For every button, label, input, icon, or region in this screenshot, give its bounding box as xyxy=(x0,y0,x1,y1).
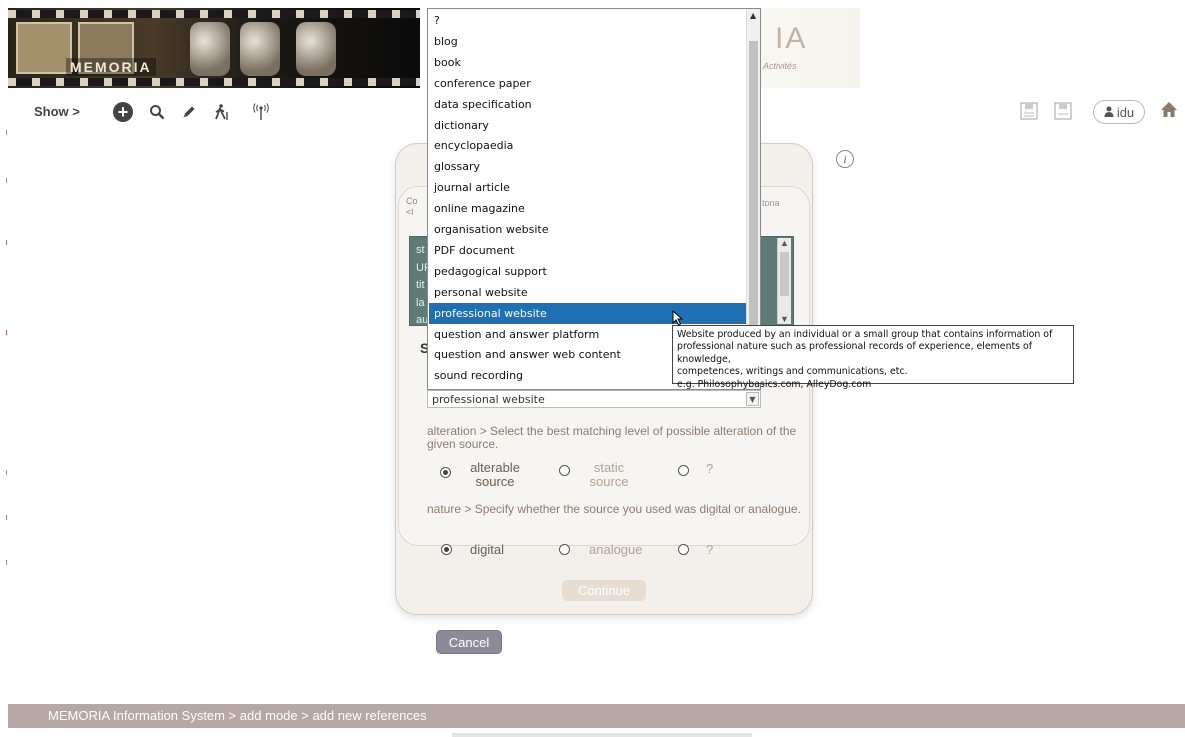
option-tooltip: Website produced by an individual or a s… xyxy=(672,325,1074,390)
dropdown-option[interactable]: encyclopaedia xyxy=(429,135,747,156)
dialog-crumb-right: tona xyxy=(762,198,780,208)
dropdown-option[interactable]: professional website xyxy=(429,302,747,324)
add-icon[interactable]: + xyxy=(110,99,136,125)
pencil-icon[interactable] xyxy=(176,99,202,125)
radio-alteration-unknown[interactable] xyxy=(678,465,689,476)
option-alteration-unknown[interactable]: ? xyxy=(706,462,713,476)
dropdown-option[interactable]: glossary xyxy=(429,156,747,177)
option-nature-unknown[interactable]: ? xyxy=(706,543,713,557)
dropdown-option[interactable]: online magazine xyxy=(429,198,747,219)
broadcast-icon[interactable] xyxy=(248,99,274,125)
dropdown-option[interactable]: personal website xyxy=(429,282,747,303)
info-icon[interactable]: i xyxy=(836,150,854,168)
dropdown-option[interactable]: blog xyxy=(429,31,747,52)
dropdown-option[interactable]: ? xyxy=(429,10,747,31)
radio-alterable[interactable] xyxy=(440,467,451,478)
banner-jar-image xyxy=(240,22,280,76)
option-alterable-source[interactable]: alterable source xyxy=(462,461,528,489)
banner-title-fragment: IA xyxy=(775,22,808,55)
radio-digital[interactable] xyxy=(441,544,452,555)
dropdown-option[interactable]: conference paper xyxy=(429,73,747,94)
edge-mark xyxy=(6,130,7,135)
edge-mark xyxy=(6,560,7,565)
dropdown-option[interactable]: journal article xyxy=(429,177,747,198)
memoria-logo: MEMORIA xyxy=(66,58,156,76)
option-digital[interactable]: digital xyxy=(470,543,504,557)
banner-tagline: Activités xyxy=(763,61,797,71)
radio-nature-unknown[interactable] xyxy=(678,544,689,555)
film-strip-top xyxy=(8,10,420,18)
page: MEMORIA IA Activités Show > + idu i Co <… xyxy=(0,0,1185,737)
film-strip-bottom xyxy=(8,78,420,86)
banner-image-frame xyxy=(16,22,72,74)
radio-analogue[interactable] xyxy=(559,544,570,555)
hiking-icon[interactable] xyxy=(208,99,234,125)
edge-mark xyxy=(6,330,7,335)
show-menu[interactable]: Show > xyxy=(34,104,80,119)
status-breadcrumb: MEMORIA Information System > add mode > … xyxy=(8,704,1185,728)
edge-mark xyxy=(6,515,7,520)
bottom-strip xyxy=(452,733,752,737)
continue-button[interactable]: Continue xyxy=(562,580,646,601)
nature-question: nature > Specify whether the source you … xyxy=(427,502,801,516)
dropdown-option[interactable]: dictionary xyxy=(429,115,747,136)
radio-static[interactable] xyxy=(559,465,570,476)
dropdown-option[interactable]: book xyxy=(429,52,747,73)
dialog-crumb-left: Co <l xyxy=(406,196,418,217)
option-static-source[interactable]: static source xyxy=(582,461,636,489)
summary-scrollbar[interactable]: ▲ ▼ xyxy=(777,238,791,324)
dropdown-option[interactable]: data specification xyxy=(429,94,747,115)
header-banner: MEMORIA xyxy=(8,8,420,88)
source-type-select[interactable]: professional website ▼ xyxy=(427,390,761,408)
home-icon[interactable] xyxy=(1160,101,1178,123)
dropdown-option[interactable]: pedagogical support xyxy=(429,261,747,282)
option-analogue[interactable]: analogue xyxy=(589,543,643,557)
user-account-button[interactable]: idu xyxy=(1093,100,1145,124)
alteration-question: alteration > Select the best matching le… xyxy=(427,424,797,451)
search-icon[interactable] xyxy=(144,99,170,125)
user-icon xyxy=(1104,105,1114,120)
edge-mark xyxy=(6,178,7,183)
cancel-button[interactable]: Cancel xyxy=(436,630,502,654)
edge-mark xyxy=(6,240,7,245)
source-type-value: professional website xyxy=(432,393,545,406)
dropdown-option[interactable]: organisation website xyxy=(429,219,747,240)
banner-jar-image xyxy=(190,22,230,76)
chevron-down-icon[interactable]: ▼ xyxy=(746,392,759,406)
import-icon[interactable] xyxy=(1054,102,1072,125)
dropdown-option[interactable]: PDF document xyxy=(429,240,747,261)
banner-jar-image xyxy=(296,22,336,76)
edge-mark xyxy=(6,470,7,475)
mouse-cursor-icon xyxy=(672,310,684,326)
export-icon[interactable] xyxy=(1020,102,1038,125)
username: idu xyxy=(1116,104,1135,120)
